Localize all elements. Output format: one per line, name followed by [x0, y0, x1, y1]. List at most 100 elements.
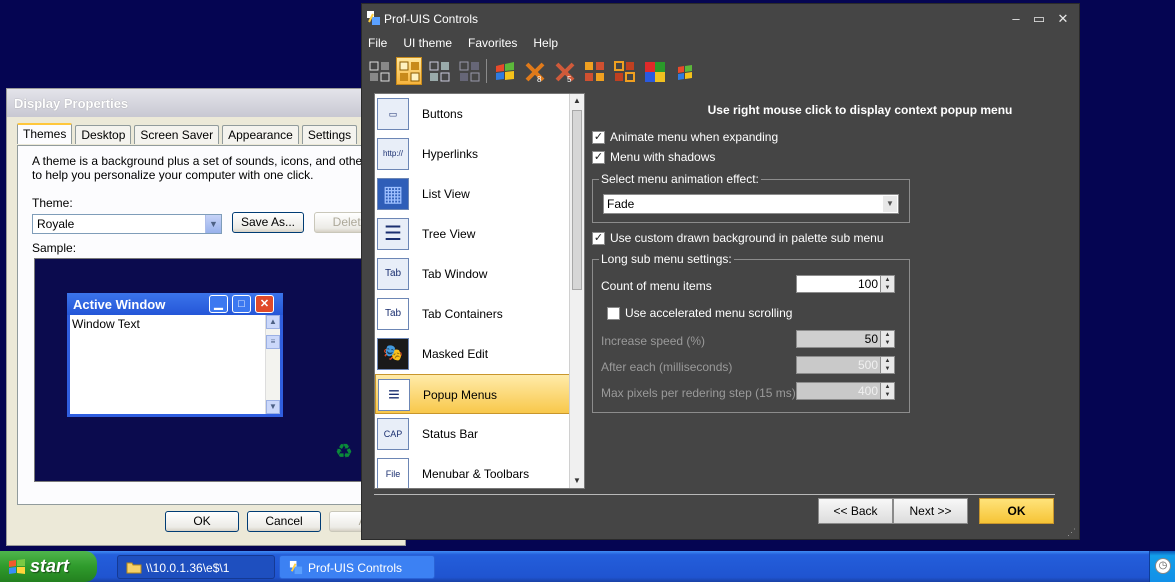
taskbar-item-profuis[interactable]: Prof-UIS Controls: [279, 555, 435, 579]
list-item-tab-window[interactable]: Tab Tab Window: [375, 254, 570, 294]
theme-colorful-button[interactable]: [641, 57, 667, 85]
menu-favorites[interactable]: Favorites: [468, 36, 517, 54]
close-icon[interactable]: ✕: [1054, 10, 1072, 28]
animate-menu-checkbox[interactable]: ✓ Animate menu when expanding: [592, 130, 778, 144]
display-properties-window: Display Properties Themes Desktop Screen…: [6, 88, 407, 546]
list-item-label: Menubar & Toolbars: [422, 467, 530, 481]
menu-shadows-label: Menu with shadows: [610, 150, 716, 164]
save-as-button[interactable]: Save As...: [232, 212, 304, 233]
chevron-down-icon[interactable]: ▼: [883, 196, 897, 212]
custom-background-checkbox[interactable]: ✓ Use custom drawn background in palette…: [592, 231, 884, 245]
list-scrollbar[interactable]: ▲ ▼: [569, 94, 584, 488]
scroll-thumb[interactable]: [572, 110, 582, 290]
tab-screen-saver[interactable]: Screen Saver: [134, 125, 220, 144]
checkmark-icon: ✓: [592, 231, 605, 245]
list-item-masked-edit[interactable]: 🎭 Masked Edit: [375, 334, 570, 374]
chevron-down-icon[interactable]: ▼: [205, 215, 221, 233]
office-8-icon: 8: [525, 62, 545, 83]
maximize-icon[interactable]: ▭: [1030, 10, 1048, 28]
theme-office8-button[interactable]: 8: [521, 57, 547, 85]
resize-grip-icon[interactable]: ⋰: [1067, 527, 1077, 537]
theme-office2007-button[interactable]: [581, 57, 607, 85]
display-properties-title: Display Properties: [14, 96, 129, 111]
accelerated-scrolling-checkbox[interactable]: Use accelerated menu scrolling: [607, 306, 792, 320]
accelerated-scrolling-label: Use accelerated menu scrolling: [625, 306, 793, 320]
cancel-button[interactable]: Cancel: [247, 511, 321, 532]
feature-list[interactable]: ▭ Buttons http:// Hyperlinks ▦ List View…: [374, 93, 585, 489]
list-item-label: Tab Containers: [422, 307, 503, 321]
close-icon: ✕: [255, 295, 274, 313]
tab-appearance[interactable]: Appearance: [222, 125, 299, 144]
active-window-titlebar: Active Window ▁ □ ✕: [67, 293, 283, 315]
display-properties-titlebar[interactable]: Display Properties: [7, 89, 405, 117]
scroll-up-icon[interactable]: ▲: [570, 94, 584, 108]
tab-containers-icon: Tab: [377, 298, 409, 330]
list-item-tab-containers[interactable]: Tab Tab Containers: [375, 294, 570, 334]
list-item-menubar-toolbars[interactable]: File Menubar & Toolbars: [375, 454, 570, 488]
menu-shadows-checkbox[interactable]: ✓ Menu with shadows: [592, 150, 715, 164]
ok-button[interactable]: OK: [165, 511, 239, 532]
after-each-spinner[interactable]: 500 ▲ ▼: [796, 356, 895, 374]
spin-arrows-icon[interactable]: ▲ ▼: [880, 331, 894, 347]
theme-xp-flag-button[interactable]: [671, 57, 697, 85]
tab-settings[interactable]: Settings: [301, 125, 358, 144]
menu-ui-theme[interactable]: UI theme: [403, 36, 452, 54]
colorful-theme-icon: [645, 62, 665, 82]
theme-2000-button[interactable]: [366, 57, 392, 85]
settings-heading: Use right mouse click to display context…: [707, 103, 1013, 117]
next-button[interactable]: Next >>: [893, 498, 968, 524]
list-item-list-view[interactable]: ▦ List View: [375, 174, 570, 214]
list-item-buttons[interactable]: ▭ Buttons: [375, 94, 570, 134]
spin-arrows-icon[interactable]: ▲ ▼: [880, 357, 894, 373]
theme-windows-button[interactable]: [491, 57, 517, 85]
checkbox-empty-icon: [607, 306, 620, 320]
max-pixels-spinner[interactable]: 400 ▲ ▼: [796, 382, 895, 400]
minimize-icon[interactable]: –: [1007, 10, 1025, 28]
increase-speed-spinner[interactable]: 50 ▲ ▼: [796, 330, 895, 348]
start-button[interactable]: start: [0, 551, 97, 582]
themes-panel: A theme is a background plus a set of so…: [17, 145, 407, 505]
menu-file[interactable]: File: [368, 36, 387, 54]
profuis-titlebar[interactable]: Prof-UIS Controls – ▭ ✕: [362, 4, 1079, 34]
spin-arrows-icon[interactable]: ▲ ▼: [880, 383, 894, 399]
sample-label: Sample:: [32, 241, 77, 255]
theme-office2010-button[interactable]: [611, 57, 637, 85]
office-2010-icon: [614, 61, 635, 82]
scroll-down-icon[interactable]: ▼: [570, 474, 584, 488]
theme-office5-button[interactable]: 5: [551, 57, 577, 85]
tab-desktop[interactable]: Desktop: [75, 125, 132, 144]
theme-2003-button[interactable]: [426, 57, 452, 85]
bottom-divider: [374, 494, 1055, 495]
back-button[interactable]: << Back: [818, 498, 893, 524]
theme-description-line2: to help you personalize your computer wi…: [32, 168, 314, 182]
spin-arrows-icon[interactable]: ▲ ▼: [880, 276, 894, 292]
office-5-icon: 5: [555, 62, 575, 83]
list-item-tree-view[interactable]: ☰ Tree View: [375, 214, 570, 254]
list-item-hyperlinks[interactable]: http:// Hyperlinks: [375, 134, 570, 174]
long-sub-menu-title: Long sub menu settings:: [599, 252, 734, 266]
list-item-status-bar[interactable]: CAP Status Bar: [375, 414, 570, 454]
list-item-popup-menus[interactable]: ≡ Popup Menus: [375, 374, 570, 414]
app-logo-icon: [367, 11, 380, 25]
windows-xp-flag-icon: [678, 65, 692, 80]
ok-button[interactable]: OK: [979, 498, 1054, 524]
count-value: 100: [857, 277, 878, 291]
taskbar-item-folder[interactable]: \\10.0.1.36\e$\1: [117, 555, 275, 579]
theme-select-value: Royale: [37, 217, 75, 231]
theme-studio-button[interactable]: [456, 57, 482, 85]
feature-list-items: ▭ Buttons http:// Hyperlinks ▦ List View…: [375, 94, 570, 488]
status-bar-icon: CAP: [377, 418, 409, 450]
theme-xp-button[interactable]: [396, 57, 422, 85]
scroll-down-icon: ▼: [266, 400, 280, 414]
list-item-label: List View: [422, 187, 470, 201]
tray-clock-icon[interactable]: ◷: [1155, 558, 1171, 574]
preview-scrollbar: ▲ ≡ ▼: [265, 315, 280, 414]
theme-select[interactable]: Royale ▼: [32, 214, 222, 234]
list-view-icon: ▦: [377, 178, 409, 210]
menu-help[interactable]: Help: [533, 36, 558, 54]
animate-menu-label: Animate menu when expanding: [610, 130, 779, 144]
count-spinner[interactable]: 100 ▲ ▼: [796, 275, 895, 293]
list-item-label: Masked Edit: [422, 347, 489, 361]
animation-effect-select[interactable]: Fade ▼: [603, 194, 899, 214]
tab-themes[interactable]: Themes: [17, 123, 73, 144]
